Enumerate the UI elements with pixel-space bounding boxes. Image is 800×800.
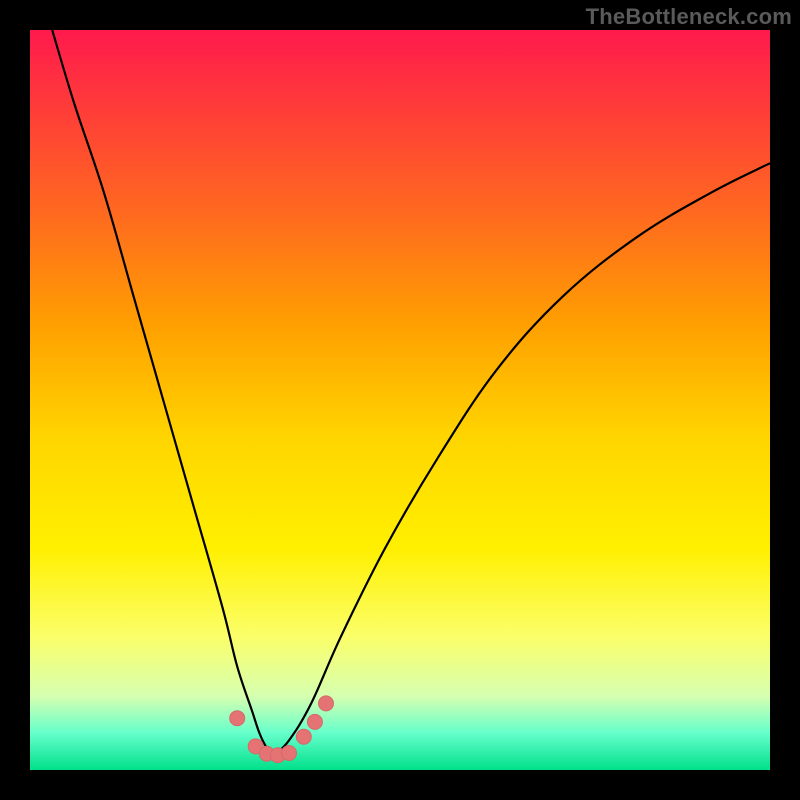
curve-layer [30,30,770,770]
valley-markers [230,696,334,763]
valley-marker [319,696,334,711]
valley-marker [296,729,311,744]
plot-area [30,30,770,770]
valley-marker [282,745,297,760]
watermark-text: TheBottleneck.com [586,4,792,30]
chart-frame: TheBottleneck.com [0,0,800,800]
valley-marker [307,714,322,729]
bottleneck-curve-left [52,30,274,755]
valley-marker [230,711,245,726]
bottleneck-curve-right [274,163,770,755]
